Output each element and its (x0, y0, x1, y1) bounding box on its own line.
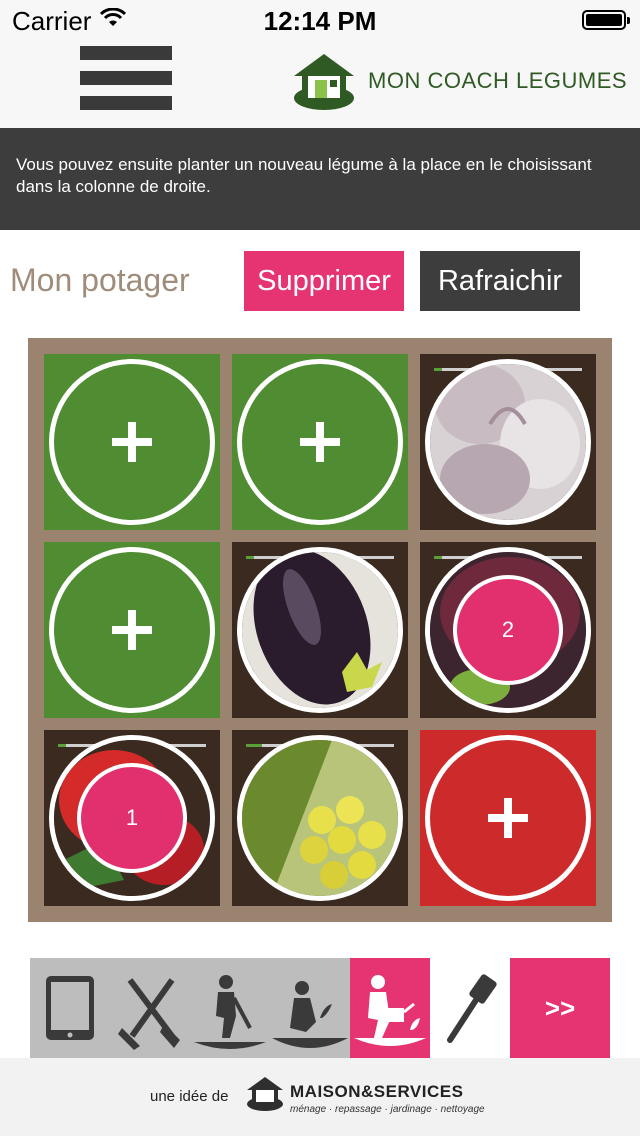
nav-bar: MON COACH LEGUMES (0, 40, 640, 128)
logo-text: MON COACH LEGUMES (368, 68, 628, 93)
info-banner: Vous pouvez ensuite planter un nouveau l… (0, 128, 640, 230)
status-bar: Carrier 12:14 PM (0, 0, 640, 40)
footer: une idée de MAISON&SERVICES ménage · rep… (0, 1058, 640, 1136)
garden-cell-empty[interactable] (44, 542, 220, 718)
step-toolbar: >> (30, 958, 610, 1058)
garden-cell-corn[interactable] (232, 730, 408, 906)
garlic-image (425, 359, 591, 525)
tools-icon[interactable] (110, 958, 190, 1058)
refresh-button[interactable]: Rafraichir (420, 251, 580, 311)
garden-cell-empty[interactable] (44, 354, 220, 530)
footer-brand: MAISON&SERVICES (290, 1082, 464, 1101)
garden-cell-strawberry[interactable]: 1 (44, 730, 220, 906)
footer-prefix: une idée de (150, 1088, 229, 1105)
plus-icon (488, 798, 528, 838)
plus-icon (300, 422, 340, 462)
tablet-icon[interactable] (30, 958, 110, 1058)
footer-tagline: ménage · repassage · jardinage · nettoya… (290, 1104, 485, 1115)
eggplant-image (237, 547, 403, 713)
garden-grid: 2 1 (28, 338, 612, 922)
garden-cell-empty[interactable] (232, 354, 408, 530)
planting-icon[interactable] (270, 958, 350, 1058)
next-step-button[interactable]: >> (510, 958, 610, 1058)
app-logo: MON COACH LEGUMES (288, 50, 628, 114)
plant-count-badge: 1 (77, 763, 187, 873)
garden-cell-garlic[interactable] (420, 354, 596, 530)
clock: 12:14 PM (263, 6, 377, 36)
delete-button[interactable]: Supprimer (244, 251, 404, 311)
plus-icon (112, 610, 152, 650)
watering-icon[interactable] (350, 958, 430, 1058)
battery-icon (582, 10, 630, 30)
plus-icon (112, 422, 152, 462)
corn-image (237, 735, 403, 901)
info-banner-text: Vous pouvez ensuite planter un nouveau l… (16, 155, 592, 196)
maison-services-logo-icon (247, 1077, 283, 1111)
digging-icon[interactable] (190, 958, 270, 1058)
page-title: Mon potager (10, 262, 190, 298)
plant-count-badge: 2 (453, 575, 563, 685)
spatula-icon[interactable] (430, 958, 510, 1058)
garden-cell-beet[interactable]: 2 (420, 542, 596, 718)
house-logo-icon (294, 54, 354, 110)
garden-cell-eggplant[interactable] (232, 542, 408, 718)
garden-cell-selected[interactable] (420, 730, 596, 906)
hamburger-menu-icon[interactable] (80, 46, 172, 110)
